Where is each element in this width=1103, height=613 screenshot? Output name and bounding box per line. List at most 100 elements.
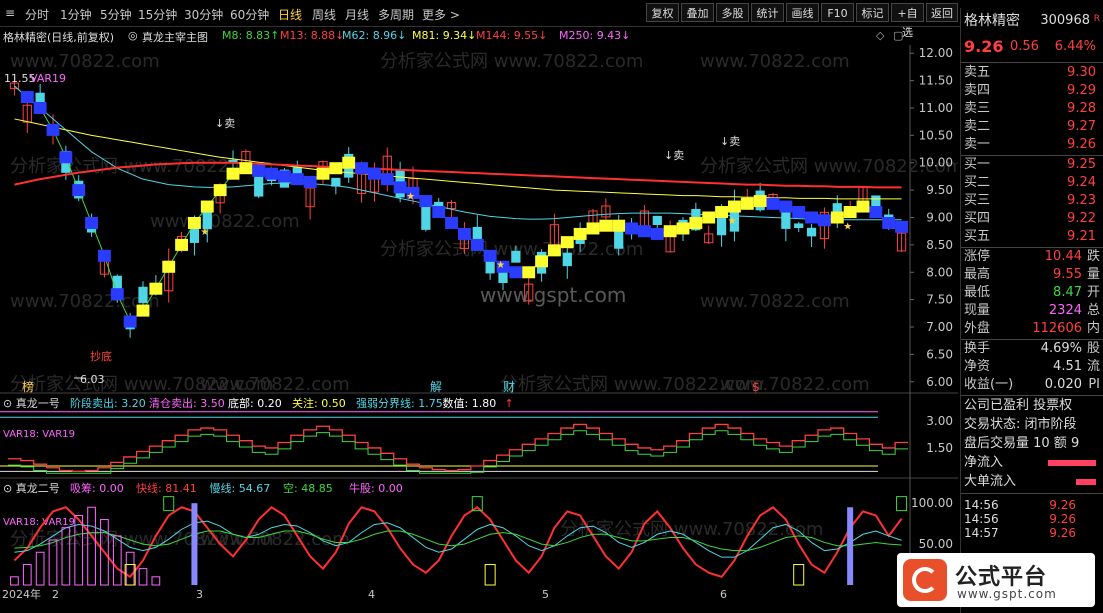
candle-body [421, 206, 431, 230]
stat-row-value: 10.44 [1044, 249, 1082, 264]
bid-row-label: 买四 [964, 211, 991, 226]
trend-ribbon-seg [779, 200, 793, 213]
toolbar-button-5[interactable]: F10 [821, 3, 854, 22]
panel3-item: 慢线: 54.67 [210, 481, 271, 495]
period-tab-4[interactable]: 30分钟 [184, 6, 223, 23]
trend-ribbon-seg [368, 167, 381, 180]
toolbar-button-8[interactable]: 返回 [926, 3, 958, 22]
panel3-item: 吸筹: 0.00 [70, 481, 124, 495]
flow-row: 大单流入 [964, 473, 1100, 491]
flow-row: 净流入 [964, 454, 1100, 472]
period-tab-7[interactable]: 周线 [312, 6, 336, 23]
toolbar-button-2[interactable]: 多股 [716, 3, 749, 22]
sell-label: ↓卖 [720, 135, 740, 148]
price-tick: 10.00 [919, 156, 953, 170]
toolbar-button-0[interactable]: 复权 [646, 3, 679, 22]
trend-ribbon-seg [419, 195, 433, 208]
trend-ribbon-seg [252, 164, 266, 177]
ask-row-label: 卖三 [964, 101, 991, 116]
toolbar-button-1[interactable]: 叠加 [681, 3, 714, 22]
date-tick: 3 [196, 588, 203, 600]
period-tab-0[interactable]: 分时 [25, 6, 49, 23]
bid-row-label: 买三 [964, 193, 991, 208]
date-tick: 6 [720, 588, 727, 600]
period-tab-3[interactable]: 15分钟 [138, 6, 177, 23]
accumulation-bar [10, 576, 19, 586]
menu-icon[interactable]: ≡ [5, 6, 15, 20]
period-tab-9[interactable]: 多周期 [378, 6, 414, 23]
toolbar-button-3[interactable]: 统计 [751, 3, 784, 22]
trend-ribbon-seg [149, 282, 163, 295]
panel2-step-line [8, 423, 908, 473]
fin-row-value: 4.51 [1053, 359, 1082, 374]
ma-value-3: M81: 9.34↓ [412, 29, 477, 42]
flow-label: 大单流入 [964, 474, 1017, 489]
star-marker: ★ [843, 222, 852, 233]
period-tab-10[interactable]: 更多 > [422, 6, 460, 23]
bid-row: 买三 9.23 [964, 192, 1100, 210]
panel2-var: VAR18: VAR19 [3, 429, 75, 440]
ask-row-value: 9.27 [1067, 119, 1096, 134]
price-tick: 9.50 [926, 183, 953, 197]
date-tick: 2 [52, 588, 59, 600]
date-tick: 2024年 [2, 587, 41, 600]
var-label: VAR19 [30, 72, 66, 85]
trend-ribbon-seg [355, 162, 368, 175]
trend-ribbon-seg [792, 206, 806, 219]
event-marker: $ [752, 380, 760, 394]
watermark: www.70822.com [150, 211, 300, 232]
restore-icon[interactable]: ▢ [893, 29, 903, 42]
panel2-title: ⊙ 真龙一号 [3, 396, 60, 410]
ask-row: 卖一 9.26 [964, 136, 1100, 154]
event-marker: 榜 [22, 379, 34, 394]
stat-row: 涨停 10.44 跌 [964, 248, 1100, 266]
candle-body [562, 252, 572, 267]
collapse-icon[interactable]: ◇ [876, 29, 884, 42]
ma-value-4: M144: 9.55↓ [476, 29, 548, 42]
panel2-item: 关注: 0.50 [292, 396, 346, 410]
trend-ribbon-seg [213, 184, 227, 197]
stock-chart[interactable]: www.70822.com 分析家公式网 www.70822.com www.70… [0, 45, 958, 600]
panel3-item: 快线: 81.41 [136, 481, 197, 495]
period-tab-1[interactable]: 1分钟 [60, 6, 92, 23]
accumulation-bar [151, 576, 161, 586]
tick-price: 9.26 [1049, 526, 1076, 540]
toolbar-button-4[interactable]: 画线 [786, 3, 819, 22]
toolbar-button-6[interactable]: 标记 [856, 3, 889, 22]
bid-row: 买二 9.24 [964, 174, 1100, 192]
period-tab-6[interactable]: 日线 [278, 6, 302, 23]
period-tab-8[interactable]: 月线 [345, 6, 369, 23]
stat-row-label: 涨停 [964, 249, 991, 264]
tick-time: 14:57 [964, 526, 999, 540]
star-marker: ★ [920, 45, 929, 48]
candle-body [871, 195, 881, 208]
candle-body [794, 223, 804, 228]
flow-bar [1048, 460, 1096, 466]
period-tab-2[interactable]: 5分钟 [100, 6, 132, 23]
bull-bar [191, 503, 198, 585]
price-tick: 8.50 [926, 238, 953, 252]
indicator-name[interactable]: 真龙主宰主图 [142, 29, 208, 45]
candle-body [331, 177, 341, 187]
accumulation-bar [74, 514, 84, 586]
event-marker: 财 [503, 380, 515, 394]
trend-ribbon-seg [342, 156, 356, 169]
watermark: www.70822.com [700, 291, 850, 312]
chevron-down-icon[interactable]: ◎ [128, 29, 138, 42]
toolbar-button-7[interactable]: +自选 [891, 3, 924, 39]
candle-body [652, 215, 662, 226]
trend-ribbon-seg [188, 216, 201, 229]
trend-ribbon-seg [200, 200, 214, 213]
trend-ribbon-seg [689, 216, 703, 229]
trend-ribbon-seg [316, 167, 330, 180]
period-tab-5[interactable]: 60分钟 [230, 6, 269, 23]
accumulation-bar [138, 568, 148, 586]
trend-ribbon-seg [432, 206, 446, 219]
stock-change-pct: 6.44% [1054, 39, 1096, 54]
trend-ribbon-seg [715, 206, 728, 219]
stat-row-label: 最低 [964, 285, 991, 300]
trend-ribbon-seg [98, 249, 111, 262]
bid-row-value: 9.23 [1067, 193, 1096, 208]
trend-ribbon-seg [136, 304, 150, 317]
fin-row-label: 净资 [964, 359, 991, 374]
